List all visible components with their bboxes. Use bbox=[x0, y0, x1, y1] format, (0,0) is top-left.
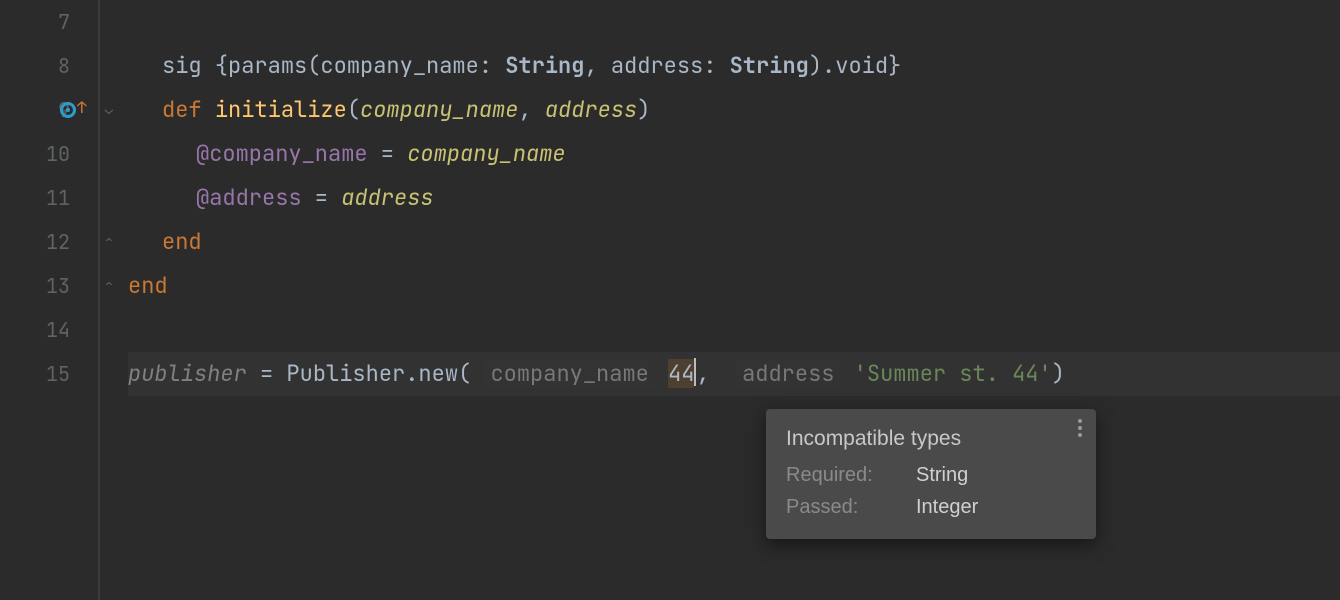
more-actions-icon[interactable] bbox=[1078, 419, 1082, 437]
line-number[interactable]: 13 bbox=[0, 264, 98, 308]
code-line[interactable]: def initialize(company_name, address) bbox=[128, 88, 1340, 132]
inspection-row: Required: String bbox=[786, 459, 1078, 491]
code-line[interactable]: @address = address bbox=[128, 176, 1340, 220]
inspection-tooltip: Incompatible types Required: String Pass… bbox=[766, 409, 1096, 539]
code-line[interactable]: end bbox=[128, 264, 1340, 308]
fold-end-icon[interactable]: ⌃ bbox=[102, 235, 116, 249]
overriding-method-icon[interactable]: ↑ bbox=[60, 102, 87, 118]
code-area[interactable]: sig {params(company_name: String, addres… bbox=[120, 0, 1340, 600]
inspection-title: Incompatible types bbox=[786, 423, 1078, 455]
fold-toggle-icon[interactable]: ⌄ bbox=[102, 103, 116, 117]
inspection-row: Passed: Integer bbox=[786, 491, 1078, 523]
code-line[interactable] bbox=[128, 0, 1340, 44]
line-number[interactable]: 9 ↑ bbox=[0, 88, 98, 132]
line-number[interactable]: 10 bbox=[0, 132, 98, 176]
code-line[interactable]: sig {params(company_name: String, addres… bbox=[128, 44, 1340, 88]
fold-column: ⌄ ⌃ ⌃ bbox=[100, 0, 120, 600]
line-number[interactable]: 11 bbox=[0, 176, 98, 220]
fold-end-icon[interactable]: ⌃ bbox=[102, 279, 116, 293]
param-hint: company_name bbox=[484, 359, 654, 388]
code-line[interactable]: publisher = Publisher.new( company_name … bbox=[128, 352, 1340, 396]
code-editor: 7 8 9 ↑ 10 11 12 13 14 15 ⌄ ⌃ ⌃ sig {par… bbox=[0, 0, 1340, 600]
code-line[interactable]: @company_name = company_name bbox=[128, 132, 1340, 176]
line-number[interactable]: 15 bbox=[0, 352, 98, 396]
line-number[interactable]: 14 bbox=[0, 308, 98, 352]
code-line[interactable] bbox=[128, 308, 1340, 352]
param-hint: address bbox=[736, 359, 840, 388]
line-gutter: 7 8 9 ↑ 10 11 12 13 14 15 bbox=[0, 0, 100, 600]
code-line[interactable]: end bbox=[128, 220, 1340, 264]
line-number[interactable]: 7 bbox=[0, 0, 98, 44]
line-number[interactable]: 8 bbox=[0, 44, 98, 88]
error-highlight: 44 bbox=[668, 359, 694, 388]
line-number[interactable]: 12 bbox=[0, 220, 98, 264]
